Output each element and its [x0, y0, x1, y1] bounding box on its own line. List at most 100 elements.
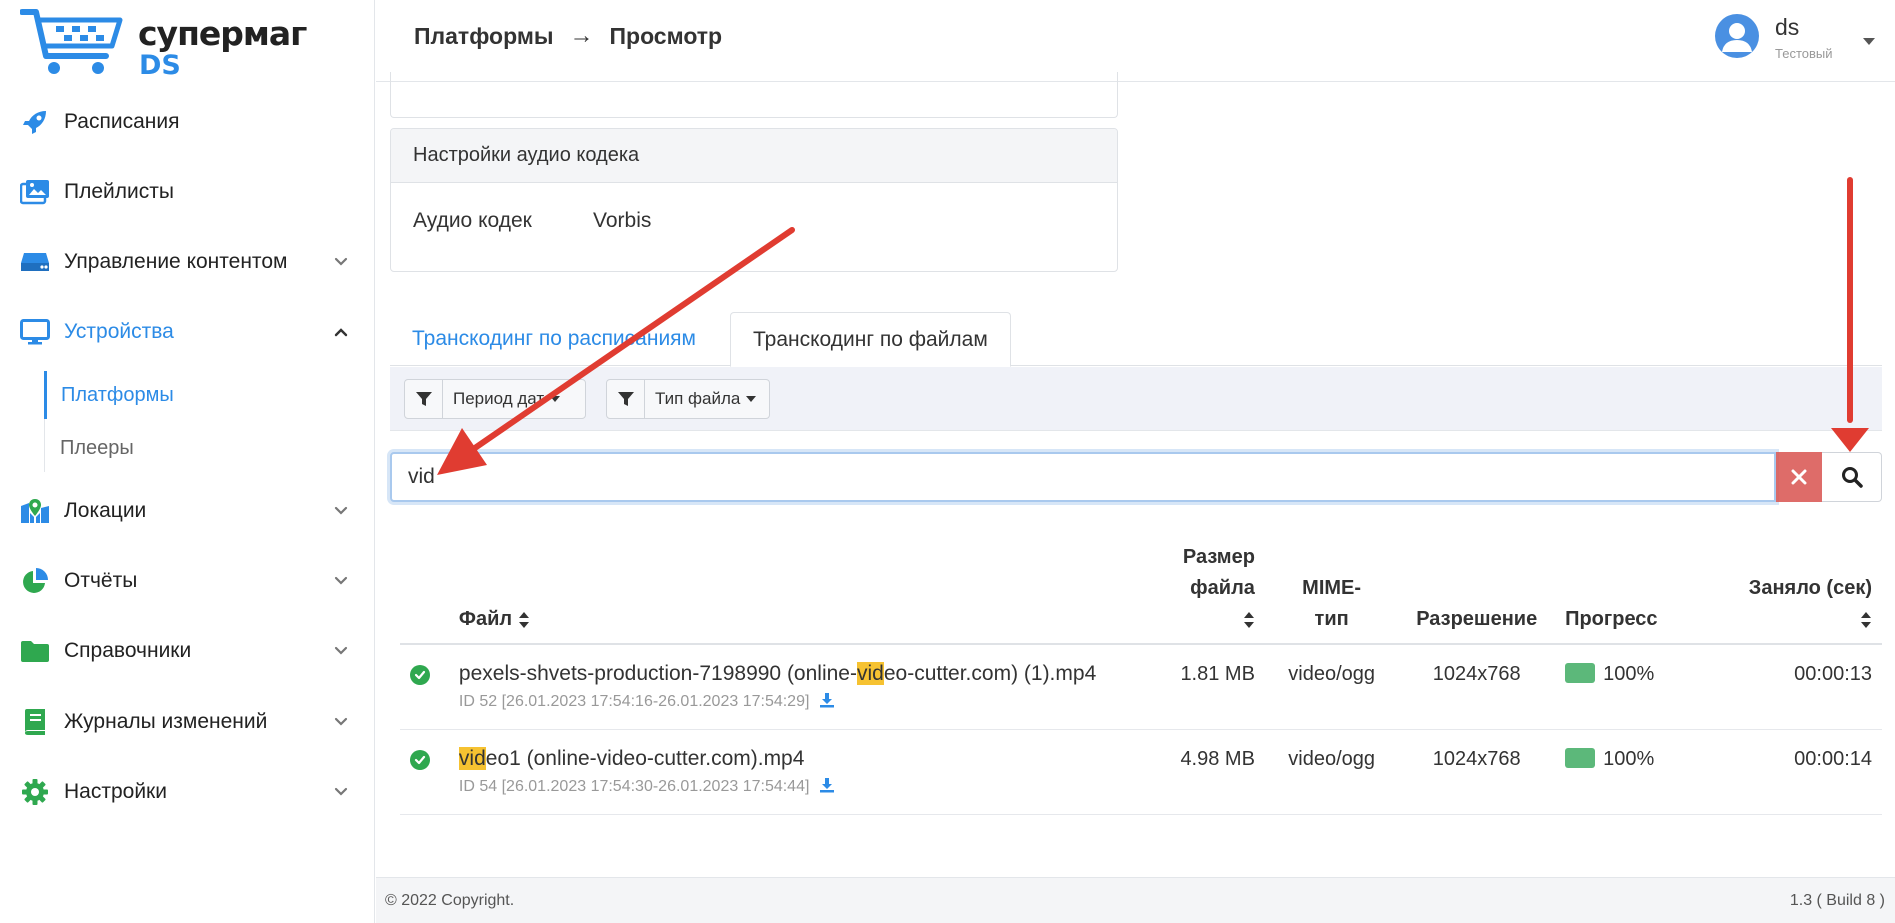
filter-bar: Период дат Тип файла	[390, 367, 1882, 431]
time-column-header[interactable]: Заняло (сек)	[1699, 534, 1882, 645]
resolution-cell: 1024x768	[1398, 729, 1556, 815]
file-name-part: eo-cutter.com) (1).mp4	[883, 662, 1097, 685]
file-column-header[interactable]: Файл	[448, 534, 1116, 645]
user-menu[interactable]: ds Тестовый	[1715, 12, 1875, 68]
copyright-text: © 2022 Copyright.	[385, 892, 515, 909]
progress-bar	[1565, 748, 1596, 768]
search-bar	[390, 452, 1882, 502]
user-role: Тестовый	[1775, 46, 1833, 61]
filter-icon	[607, 380, 645, 418]
chevron-down-icon	[334, 717, 348, 726]
date-period-filter[interactable]: Период дат	[404, 379, 586, 419]
sort-icon	[1243, 611, 1254, 628]
folder-icon	[20, 636, 50, 666]
time-cell: 00:00:13	[1699, 644, 1882, 730]
sidebar-item-changelogs[interactable]: Журналы изменений	[0, 697, 375, 747]
sidebar-item-directories[interactable]: Справочники	[0, 626, 375, 676]
card-title: Настройки аудио кодека	[391, 129, 1117, 183]
chevron-up-icon	[334, 328, 348, 337]
search-highlight: vid	[856, 662, 884, 685]
column-label: тип	[1314, 608, 1349, 630]
resolution-cell: 1024x768	[1398, 644, 1556, 730]
chevron-down-icon	[334, 257, 348, 266]
mime-column-header: MIME-тип	[1264, 534, 1399, 645]
tab-file-transcoding[interactable]: Транскодинг по файлам	[730, 312, 1011, 367]
search-button[interactable]	[1822, 452, 1882, 502]
card-body: Аудио кодек Vorbis	[391, 183, 1117, 259]
download-icon[interactable]	[819, 777, 835, 800]
audio-codec-card: Настройки аудио кодека Аудио кодек Vorbi…	[390, 128, 1118, 272]
table-row: video1 (online-video-cutter.com).mp4 ID …	[400, 729, 1882, 815]
audio-codec-label: Аудио кодек	[413, 209, 532, 232]
main-content: Настройки аудио кодека Аудио кодек Vorbi…	[376, 72, 1895, 877]
file-cell: video1 (online-video-cutter.com).mp4 ID …	[448, 729, 1116, 815]
size-cell: 1.81 MB	[1115, 644, 1265, 730]
sidebar-item-label: Журналы изменений	[64, 710, 268, 733]
filter-label: Тип файла	[655, 389, 741, 408]
resolution-column-header: Разрешение	[1398, 534, 1556, 645]
clear-search-button[interactable]	[1776, 452, 1822, 502]
sidebar-item-schedules[interactable]: Расписания	[0, 97, 375, 147]
search-input[interactable]	[390, 452, 1776, 502]
progress-bar	[1565, 663, 1596, 683]
search-highlight: vid	[458, 747, 486, 770]
column-label: Файл	[458, 608, 513, 630]
top-header: Платформы → Просмотр ds Тестовый	[376, 0, 1895, 82]
hdd-icon	[20, 247, 50, 277]
download-icon[interactable]	[819, 692, 835, 715]
footer: © 2022 Copyright. 1.3 ( Build 8 )	[376, 877, 1895, 923]
sidebar-item-label: Управление контентом	[64, 250, 288, 273]
sidebar-item-label: Устройства	[64, 320, 174, 343]
breadcrumb-arrow-icon: →	[569, 22, 594, 49]
files-table: Файл Размер файла MIME-тип Разрешение Пр…	[400, 534, 1882, 815]
tabs: Транскодинг по расписаниям Транскодинг п…	[390, 312, 1882, 367]
desktop-icon	[20, 317, 50, 347]
chevron-down-icon	[334, 646, 348, 655]
file-name-part: pexels-shvets-production-7198990 (online…	[458, 662, 857, 685]
progress-cell: 100%	[1555, 729, 1700, 815]
sidebar-item-devices[interactable]: Устройства	[0, 307, 375, 357]
file-meta: ID 54 [26.01.2023 17:54:30-26.01.2023 17…	[459, 776, 1106, 800]
file-meta: ID 52 [26.01.2023 17:54:16-26.01.2023 17…	[459, 691, 1106, 715]
sidebar-item-locations[interactable]: Локации	[0, 486, 375, 536]
version-text: 1.3 ( Build 8 )	[1789, 892, 1885, 909]
table-row: pexels-shvets-production-7198990 (online…	[400, 644, 1882, 730]
check-circle-icon	[410, 750, 430, 770]
sidebar-item-label: Плейлисты	[64, 180, 174, 203]
sidebar-item-reports[interactable]: Отчёты	[0, 556, 375, 606]
filter-label: Период дат	[453, 389, 545, 408]
status-cell	[400, 729, 449, 815]
breadcrumb-current: Просмотр	[609, 22, 723, 49]
sidebar-item-label: Расписания	[64, 110, 180, 133]
file-name: pexels-shvets-production-7198990 (online…	[459, 659, 1106, 689]
sidebar-item-label: Локации	[64, 499, 147, 522]
file-name-part: eo1 (online-video-cutter.com).mp4	[485, 747, 805, 770]
progress-value: 100%	[1603, 663, 1655, 685]
chevron-down-icon	[334, 506, 348, 515]
images-icon	[20, 177, 50, 207]
sidebar-subitem-players[interactable]: Плееры	[44, 424, 344, 472]
table-header-row: Файл Размер файла MIME-тип Разрешение Пр…	[400, 534, 1882, 645]
close-icon	[1791, 469, 1807, 485]
pie-chart-icon	[20, 566, 50, 596]
logo[interactable]: супермаг DS	[20, 6, 307, 81]
sidebar-item-settings[interactable]: Настройки	[0, 767, 375, 817]
size-column-header[interactable]: Размер файла	[1115, 534, 1265, 645]
sidebar-subitem-platforms[interactable]: Платформы	[44, 371, 344, 419]
search-icon	[1841, 467, 1863, 488]
audio-codec-value: Vorbis	[593, 209, 652, 232]
sidebar-item-playlists[interactable]: Плейлисты	[0, 167, 375, 217]
breadcrumb-parent-link[interactable]: Платформы	[414, 23, 553, 50]
file-type-filter[interactable]: Тип файла	[606, 379, 770, 419]
file-name: video1 (online-video-cutter.com).mp4	[458, 744, 1106, 774]
card-previous	[390, 72, 1118, 118]
caret-down-icon	[550, 396, 561, 402]
tab-schedule-transcoding[interactable]: Транскодинг по расписаниям	[390, 312, 718, 366]
brand-suffix: DS	[139, 50, 181, 81]
time-cell: 00:00:14	[1699, 729, 1882, 815]
progress-cell: 100%	[1555, 644, 1700, 730]
size-cell: 4.98 MB	[1115, 729, 1265, 815]
gear-icon	[20, 777, 50, 807]
sidebar-item-content[interactable]: Управление контентом	[0, 237, 375, 287]
sidebar-item-label: Справочники	[64, 639, 192, 662]
